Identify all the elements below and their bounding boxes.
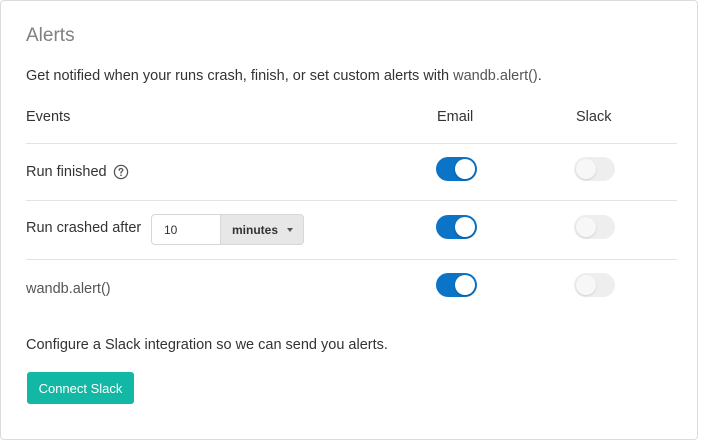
event-row-wandb-alert: wandb.alert() — [26, 279, 111, 299]
slack-toggle-run-finished[interactable] — [574, 157, 615, 181]
crash-threshold-input[interactable] — [151, 214, 220, 245]
column-header-slack: Slack — [576, 109, 612, 125]
caret-down-icon — [287, 227, 294, 232]
column-header-email: Email — [437, 109, 474, 125]
email-toggle-run-finished[interactable] — [436, 157, 477, 181]
column-header-events: Events — [26, 109, 71, 125]
crash-unit-label: minutes — [232, 222, 279, 237]
slack-toggle-run-crashed[interactable] — [574, 215, 615, 239]
toggle-knob — [576, 159, 596, 179]
row-divider — [26, 200, 677, 201]
row-divider — [26, 259, 677, 260]
toggle-knob — [455, 275, 475, 295]
description-text: Get notified when your runs crash, finis… — [26, 68, 454, 84]
email-toggle-run-crashed[interactable] — [436, 215, 477, 239]
event-label-wandb-alert: wandb.alert() — [26, 281, 111, 297]
slack-config-prompt: Configure a Slack integration so we can … — [26, 337, 388, 353]
help-circle-icon[interactable] — [113, 164, 129, 180]
toggle-knob — [455, 217, 475, 237]
connect-slack-button[interactable]: Connect Slack — [27, 372, 134, 404]
email-toggle-wandb-alert[interactable] — [436, 273, 477, 297]
toggle-knob — [576, 217, 596, 237]
toggle-knob — [455, 159, 475, 179]
alerts-panel: Alerts Get notified when your runs crash… — [0, 0, 698, 440]
event-label-run-crashed: Run crashed after — [26, 220, 142, 236]
event-label-run-finished: Run finished — [26, 164, 107, 180]
crash-unit-dropdown[interactable]: minutes — [220, 214, 304, 245]
event-row-run-crashed: Run crashed after — [26, 218, 141, 238]
slack-toggle-wandb-alert[interactable] — [574, 273, 615, 297]
alerts-description: Get notified when your runs crash, finis… — [26, 66, 542, 86]
description-suffix: . — [537, 68, 542, 84]
event-row-run-finished: Run finished — [26, 162, 129, 182]
description-code: wandb.alert() — [453, 68, 538, 84]
alerts-title: Alerts — [26, 25, 75, 46]
header-divider — [26, 143, 677, 144]
toggle-knob — [576, 275, 596, 295]
